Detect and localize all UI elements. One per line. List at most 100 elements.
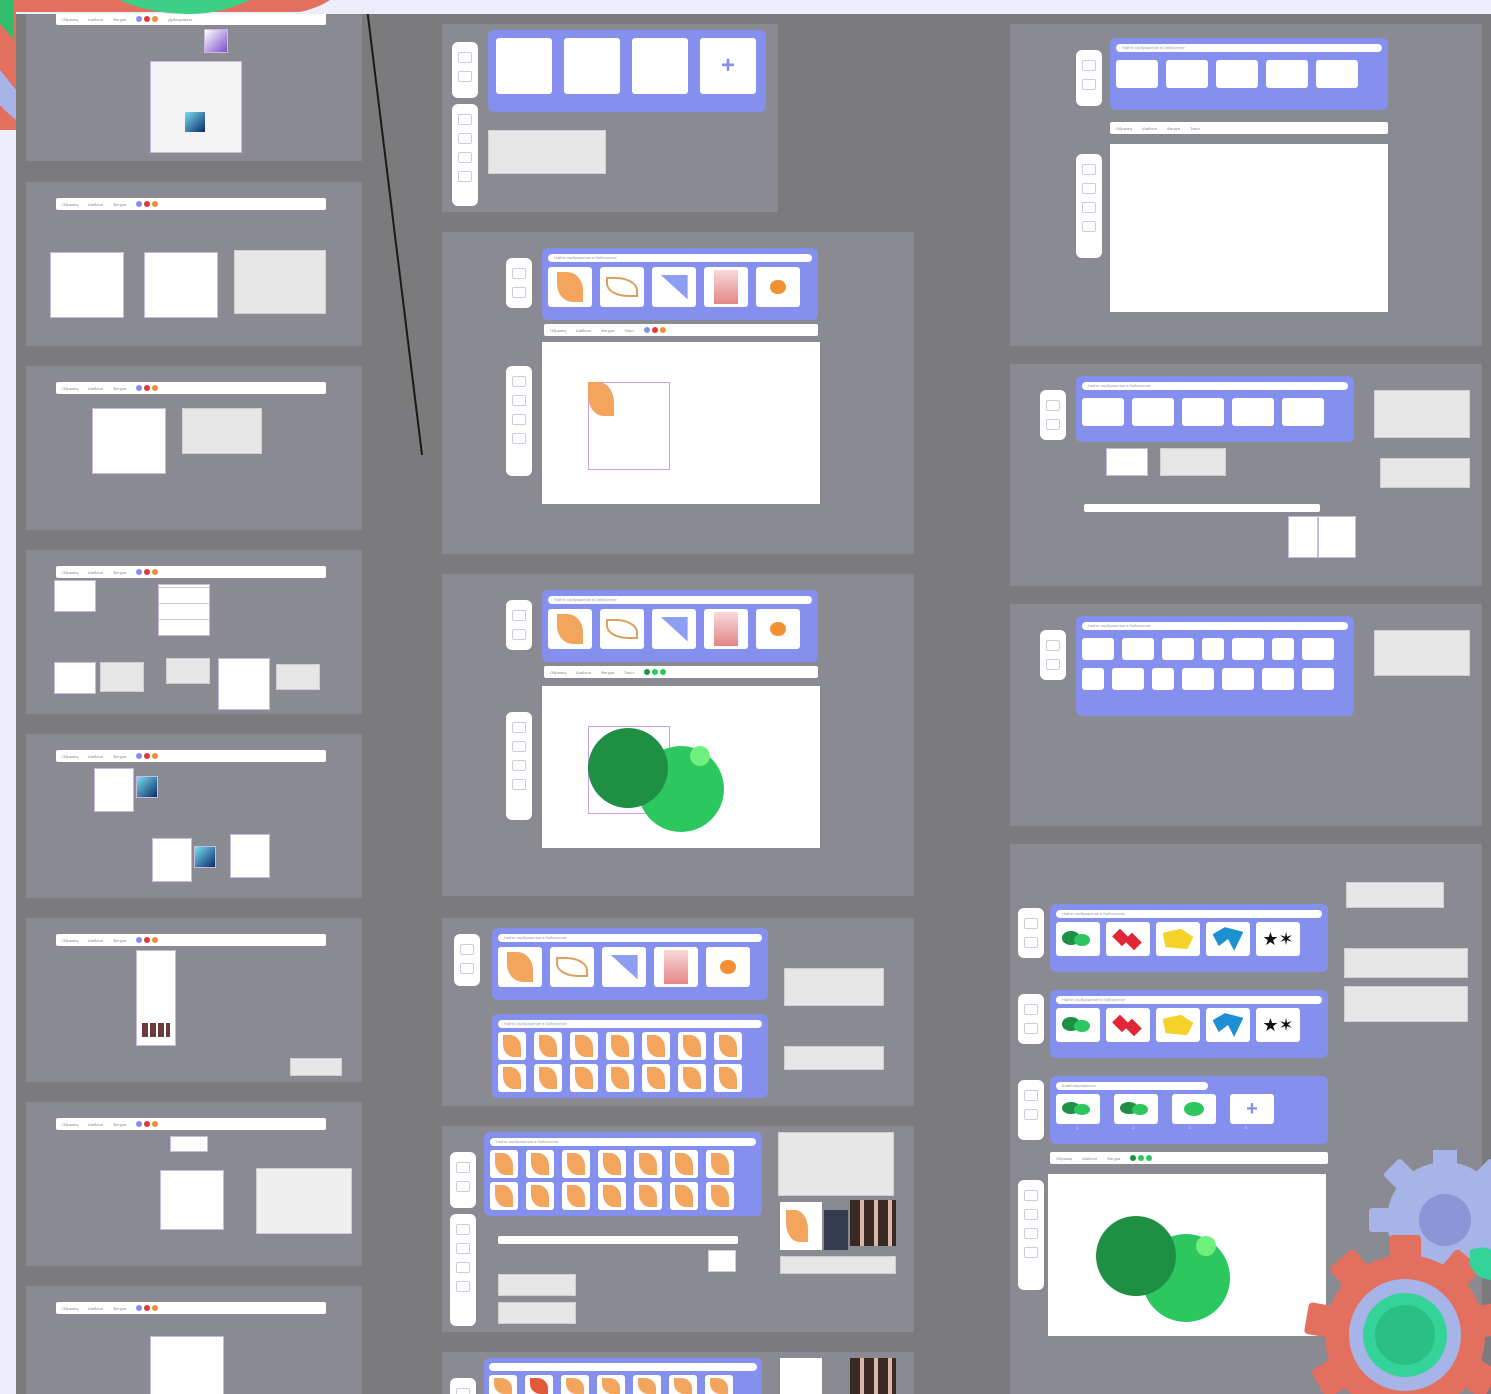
template-slot[interactable] [1302, 638, 1334, 660]
toolbar-item-template[interactable]: Шаблон [88, 1122, 103, 1127]
template-slot[interactable] [632, 38, 688, 94]
work-area[interactable] [542, 342, 820, 504]
template-slot[interactable] [1272, 638, 1294, 660]
toolbar-item-pattern[interactable]: Образец [62, 938, 78, 943]
toolbar-item-template[interactable]: Шаблон [88, 1306, 103, 1311]
toolbar-item-pattern[interactable]: Образец [550, 670, 566, 675]
work-area[interactable] [1110, 144, 1388, 312]
template-slot[interactable] [1232, 638, 1264, 660]
template-slot[interactable] [496, 38, 552, 94]
pattern-tile[interactable] [634, 1182, 662, 1210]
pattern-search[interactable] [489, 1363, 757, 1371]
toolbar-item-template[interactable]: Шаблон [1142, 126, 1157, 131]
pattern-tile[interactable] [526, 1182, 554, 1210]
template-slot[interactable] [1116, 60, 1158, 88]
screen-card-3[interactable]: Образец Шаблон Фигура [26, 366, 362, 530]
pattern-tile[interactable] [714, 1032, 742, 1060]
toolbar-item-pattern[interactable]: Образец [62, 1122, 78, 1127]
template-slot[interactable] [1282, 398, 1324, 426]
shape-blue-polygon[interactable] [1206, 922, 1250, 956]
pattern-tile[interactable] [642, 1032, 670, 1060]
shape-red-diamonds[interactable] [1106, 922, 1150, 956]
color-dots[interactable] [136, 385, 159, 391]
library-search[interactable]: Найти изображение в библиотеке [498, 934, 762, 942]
toolbar-item-template[interactable]: Шаблон [88, 570, 103, 575]
shape-leaf-outline[interactable] [600, 609, 644, 649]
toolbar-item-text[interactable]: Текст [1190, 126, 1200, 131]
small-green-dot[interactable] [690, 746, 710, 766]
pattern-tile[interactable] [570, 1064, 598, 1092]
screen-card-7[interactable]: Образец Шаблон Фигура [26, 1102, 362, 1266]
pattern-tile[interactable] [706, 1182, 734, 1210]
pattern-tile[interactable] [534, 1064, 562, 1092]
pattern-tile[interactable] [490, 1150, 518, 1178]
shape-green-circles[interactable] [1056, 922, 1100, 956]
library-search[interactable]: Найти изображение в библиотеке [1082, 622, 1348, 630]
library-search[interactable]: Найти изображение в библиотеке [1082, 382, 1348, 390]
toolbar-item-template[interactable]: Шаблон [88, 938, 103, 943]
toolbar-item-text[interactable]: Текст [624, 670, 634, 675]
toolbar-item-pattern[interactable]: Образец [62, 202, 78, 207]
toolbar-item-shape[interactable]: Фигура [113, 938, 126, 943]
color-dots-green[interactable] [644, 669, 667, 675]
pattern-tile[interactable] [669, 1375, 697, 1394]
shape-red-diamonds[interactable] [1106, 1008, 1150, 1042]
pattern-tile[interactable] [534, 1032, 562, 1060]
shape-gradient[interactable] [704, 267, 748, 307]
template-slot[interactable] [1316, 60, 1358, 88]
template-slot[interactable] [1266, 60, 1308, 88]
small-green-dot[interactable] [1196, 1236, 1216, 1256]
pattern-tile[interactable] [561, 1375, 589, 1394]
screen-card-4[interactable]: Образец Шаблон Фигура [26, 550, 362, 714]
shape-triangle[interactable] [602, 947, 646, 987]
toolbar-item-shape[interactable]: Фигура [113, 386, 126, 391]
toolbar-item-pattern[interactable]: Образец [62, 386, 78, 391]
toolbar-item-shape[interactable]: Фигура [113, 570, 126, 575]
toolbar-item-shape[interactable]: Фигура [601, 670, 614, 675]
combined-slot-1[interactable] [1056, 1094, 1100, 1124]
pattern-tile[interactable] [598, 1182, 626, 1210]
pattern-tile[interactable] [678, 1064, 706, 1092]
toolbar-item-template[interactable]: Шаблон [88, 754, 103, 759]
screen-shape-editor[interactable]: Найти изображение в библиотеке Образец Ш… [442, 232, 914, 554]
shape-triangle[interactable] [652, 267, 696, 307]
shape-green-circles[interactable] [1056, 1008, 1100, 1042]
screen-circles-editor[interactable]: Найти изображение в библиотеке Образец Ш… [442, 574, 914, 896]
screen-card-2[interactable]: Образец Шаблон Фигура [26, 182, 362, 346]
template-slot[interactable] [1112, 668, 1144, 690]
template-slot[interactable] [1302, 668, 1334, 690]
shape-leaf-outline[interactable] [600, 267, 644, 307]
shape-leaf[interactable] [548, 267, 592, 307]
combined-slot-3[interactable] [1172, 1094, 1216, 1124]
pattern-tile[interactable] [706, 1150, 734, 1178]
color-dots[interactable] [136, 201, 159, 207]
color-dots[interactable] [644, 327, 667, 333]
pattern-search[interactable]: Найти изображение в библиотеке [490, 1138, 756, 1146]
screen-template-grid[interactable]: Найти изображение в библиотеке [1010, 604, 1482, 826]
add-combined-button[interactable]: + [1230, 1094, 1274, 1124]
template-slot[interactable] [1202, 638, 1224, 660]
color-dots[interactable] [136, 569, 159, 575]
toolbar-item-pattern[interactable]: Образец [62, 570, 78, 575]
toolbar-item-shape[interactable]: Фигура [113, 1122, 126, 1127]
shape-gradient[interactable] [704, 609, 748, 649]
shape-stars[interactable]: ★✶ [1256, 1008, 1300, 1042]
color-dots[interactable] [136, 753, 159, 759]
pattern-tile[interactable] [598, 1150, 626, 1178]
toolbar-item-text[interactable]: Текст [624, 328, 634, 333]
color-dots[interactable] [136, 937, 159, 943]
shape-yellow-polygon[interactable] [1156, 922, 1200, 956]
shape-circle[interactable] [706, 947, 750, 987]
template-slot[interactable] [1182, 668, 1214, 690]
shape-blue-polygon[interactable] [1206, 1008, 1250, 1042]
toolbar-item-template[interactable]: Шаблон [88, 386, 103, 391]
template-slot[interactable] [1122, 638, 1154, 660]
screen-image-library[interactable]: Найти изображение в библиотеке [442, 1126, 914, 1332]
library-search[interactable]: Найти изображение в библиотеке [1056, 910, 1322, 918]
toolbar-item-pattern[interactable]: Образец [1056, 1156, 1072, 1161]
color-dots-green[interactable] [1130, 1155, 1153, 1161]
screen-card-5[interactable]: Образец Шаблон Фигура [26, 734, 362, 898]
template-slot[interactable] [1082, 638, 1114, 660]
screen-card-8[interactable]: Образец Шаблон Фигура [26, 1286, 362, 1394]
pattern-tile[interactable] [642, 1064, 670, 1092]
